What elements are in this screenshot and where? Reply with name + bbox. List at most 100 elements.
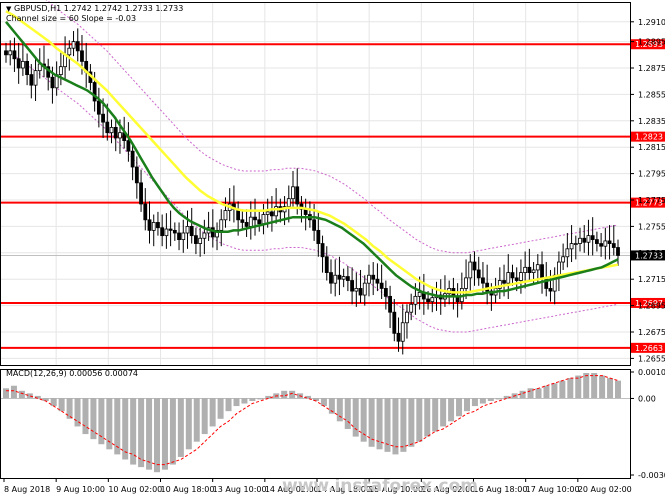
candle-body [354, 288, 359, 292]
candle-body [71, 41, 76, 49]
candle-body [29, 74, 34, 86]
candle-body [379, 282, 384, 289]
price-tick-label: 1.2755 [638, 222, 665, 231]
candle-body [58, 66, 63, 76]
macd-label: MACD(12,26,9) 0.00056 0.00074 [6, 369, 139, 378]
macd-hist-bar [607, 378, 614, 399]
macd-hist-bar [217, 398, 224, 419]
candle-body [130, 150, 135, 168]
triangle-down-icon: ▼ [6, 5, 12, 13]
macd-hist-bar [130, 398, 137, 465]
candle-body [383, 288, 388, 297]
candle-body [248, 216, 253, 227]
candle-body [177, 232, 181, 240]
price-tick-label: 1.2795 [638, 170, 665, 179]
macd-hist-bar [193, 398, 200, 442]
symbol-quote-line: GBPUSD,H1 1.2742 1.2742 1.2733 1.2733 [13, 4, 184, 13]
candle-body [531, 269, 536, 273]
macd-hist-bar [352, 398, 359, 437]
time-tick-label: 10 Aug 02:00 [108, 485, 162, 494]
price-tick-label: 1.2895 [638, 38, 665, 47]
macd-hist-bar [615, 380, 621, 399]
macd-hist-bar [424, 398, 431, 437]
macd-hist-bar [209, 398, 216, 427]
macd-hist-bar [543, 385, 550, 399]
macd-hist-bar [82, 398, 89, 435]
candle-body [561, 256, 566, 263]
candle-body [594, 239, 599, 244]
candle-body [92, 82, 97, 102]
symbol-header: ▼ GBPUSD,H1 1.2742 1.2742 1.2733 1.2733 [6, 4, 183, 14]
macd-tick-label: -0.00301 [638, 471, 665, 480]
candle-body [514, 277, 519, 281]
macd-hist-bar [177, 398, 184, 457]
macd-hist-bar [376, 398, 383, 450]
candle-body [611, 243, 616, 248]
candle-body [599, 243, 604, 247]
candle-body [527, 266, 532, 274]
candle-body [345, 276, 350, 281]
candle-body [565, 248, 570, 258]
macd-hist-bar [98, 398, 105, 445]
candle-body [168, 228, 173, 231]
macd-hist-bar [463, 398, 470, 412]
price-tick-label: 1.2855 [638, 90, 665, 99]
candle-body [80, 50, 84, 62]
price-tick-label: 1.2815 [638, 143, 665, 152]
macd-hist-bar [58, 398, 65, 412]
macd-hist-bar [233, 398, 240, 407]
price-tick-label: 1.2910 [638, 18, 665, 27]
candle-body [147, 219, 152, 231]
macd-hist-bar [336, 398, 343, 422]
macd-hist-bar [591, 373, 598, 399]
macd-hist-bar [281, 390, 288, 399]
macd-hist-bar [567, 378, 574, 399]
macd-hist-bar [487, 398, 494, 401]
candle-body [502, 280, 506, 284]
candle-body [616, 247, 620, 256]
candle-body [396, 332, 401, 342]
candle-body [4, 50, 8, 56]
candle-body [582, 237, 587, 243]
macd-hist-bar [169, 398, 176, 465]
time-tick-label: 17 Aug 10:00 [526, 485, 580, 494]
candle-body [409, 303, 414, 313]
candle-body [126, 140, 131, 152]
macd-hist-bar [599, 375, 606, 399]
candle-body [548, 288, 553, 292]
candle-body [295, 186, 300, 205]
candle-body [270, 211, 274, 217]
candle-body [219, 219, 224, 231]
candle-body [481, 277, 485, 284]
candle-body [194, 235, 198, 244]
candle-body [164, 228, 169, 237]
macd-hist-bar [10, 385, 17, 399]
candle-body [75, 41, 80, 52]
macd-tick-label: 0.00 [638, 394, 656, 403]
candle-body [261, 214, 266, 225]
macd-hist-bar [66, 398, 73, 419]
time-tick-label: 9 Aug 10:00 [56, 485, 105, 494]
candle-body [172, 229, 177, 234]
macd-hist-bar [185, 398, 192, 450]
candle-body [156, 222, 160, 229]
macd-hist-bar [114, 398, 121, 455]
candle-body [8, 50, 13, 56]
candle-body [160, 227, 165, 237]
candle-body [265, 211, 270, 215]
candle-body [464, 277, 468, 289]
candle-body [257, 219, 262, 225]
candle-body [405, 311, 409, 324]
macd-hist-bar [18, 390, 25, 399]
candle-body [96, 100, 101, 115]
macd-hist-bar [225, 398, 232, 412]
candle-body [375, 278, 380, 284]
candle-body [362, 282, 367, 296]
candle-body [519, 272, 523, 281]
candle-body [139, 182, 143, 205]
candle-body [286, 198, 291, 207]
candle-body [312, 219, 317, 231]
chart-root: 1.28931.28231.27731.26971.26631.2733 1.2… [0, 0, 665, 499]
time-tick-label: 13 Aug 10:00 [213, 485, 267, 494]
candle-body [244, 222, 249, 227]
